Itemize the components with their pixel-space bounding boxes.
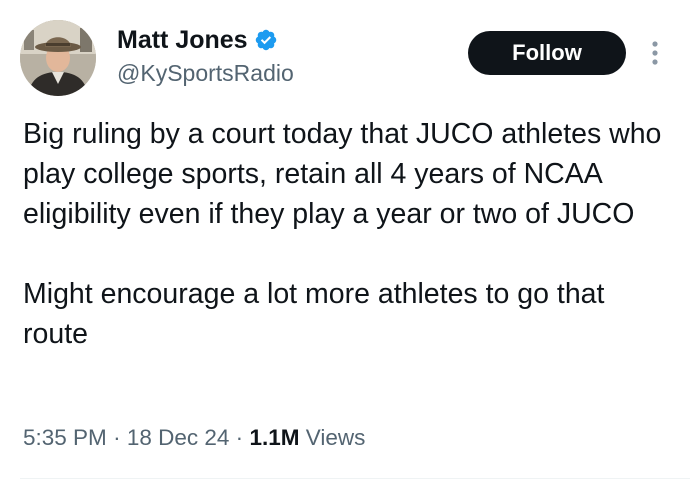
- tweet-card: Matt Jones @KySportsRadio Follow Big rul…: [0, 0, 690, 484]
- avatar[interactable]: [20, 20, 96, 96]
- author-name-row: Matt Jones: [117, 24, 278, 56]
- tweet-paragraph: Might encourage a lot more athletes to g…: [23, 278, 605, 350]
- author-handle[interactable]: @KySportsRadio: [117, 58, 294, 88]
- tweet-date[interactable]: 18 Dec 24: [127, 425, 230, 450]
- tweet-paragraph: Big ruling by a court today that JUCO at…: [23, 118, 662, 230]
- views-label: Views: [305, 425, 366, 450]
- meta-separator: ·: [235, 425, 244, 450]
- tweet-time[interactable]: 5:35 PM: [23, 425, 107, 450]
- verified-badge-icon[interactable]: [254, 28, 278, 52]
- tweet-metadata: 5:35 PM · 18 Dec 24 · 1.1M Views: [23, 423, 365, 453]
- more-vertical-icon[interactable]: [646, 38, 664, 68]
- author-name[interactable]: Matt Jones: [117, 24, 248, 56]
- views-count: 1.1M: [249, 425, 300, 450]
- avatar-image: [20, 20, 96, 96]
- meta-separator: ·: [113, 425, 121, 450]
- tweet-text: Big ruling by a court today that JUCO at…: [23, 114, 673, 354]
- divider: [20, 478, 690, 479]
- follow-button[interactable]: Follow: [468, 31, 626, 75]
